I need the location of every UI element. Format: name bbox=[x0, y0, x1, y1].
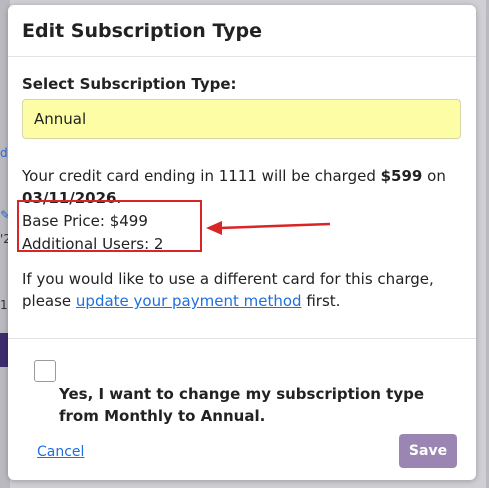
subscription-type-select[interactable]: Annual bbox=[22, 99, 461, 139]
card-note: If you would like to use a different car… bbox=[22, 268, 461, 312]
modal-body: Select Subscription Type: Annual Your cr… bbox=[8, 57, 476, 312]
modal-title: Edit Subscription Type bbox=[22, 19, 263, 42]
edit-subscription-modal: Edit Subscription Type Select Subscripti… bbox=[8, 5, 476, 480]
subscription-type-value: Annual bbox=[34, 110, 87, 128]
price-highlight-box bbox=[17, 200, 202, 252]
subscription-type-label: Select Subscription Type: bbox=[22, 75, 237, 93]
update-payment-method-link[interactable]: update your payment method bbox=[76, 292, 302, 310]
charge-on: on bbox=[422, 167, 446, 185]
cancel-link[interactable]: Cancel bbox=[37, 444, 84, 460]
modal-header: Edit Subscription Type bbox=[8, 5, 476, 57]
modal-divider bbox=[8, 338, 476, 339]
charge-prefix: Your credit card ending in 1111 will be … bbox=[22, 167, 381, 185]
annotation-arrow-icon bbox=[206, 221, 331, 235]
confirm-checkbox[interactable] bbox=[34, 360, 56, 382]
card-note-suffix: first. bbox=[301, 292, 341, 310]
save-button[interactable]: Save bbox=[399, 434, 457, 468]
confirm-change-text: Yes, I want to change my subscription ty… bbox=[59, 385, 425, 425]
charge-amount: $599 bbox=[380, 167, 423, 185]
